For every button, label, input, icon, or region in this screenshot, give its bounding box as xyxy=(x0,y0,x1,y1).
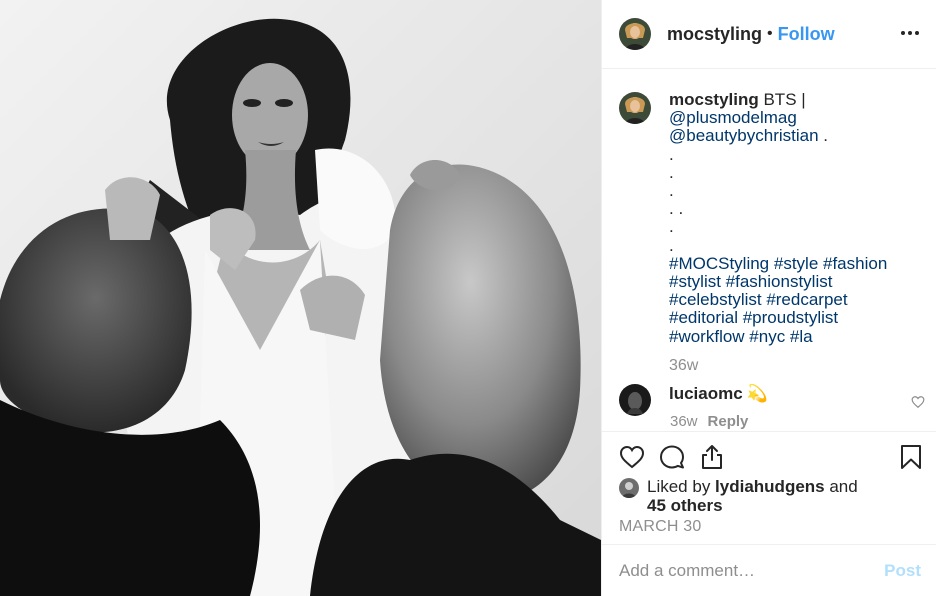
commenter-avatar[interactable] xyxy=(619,384,651,416)
post-actions: Liked by lydiahudgens and 45 others MARC… xyxy=(602,431,936,544)
caption-dot: . xyxy=(669,144,674,164)
header-separator: • xyxy=(767,25,773,42)
caption-text-2: . xyxy=(818,126,829,146)
speech-bubble-icon[interactable] xyxy=(658,443,686,471)
add-comment-bar: Post xyxy=(602,544,936,596)
post-header: mocstyling • Follow xyxy=(602,0,936,69)
caption-avatar[interactable] xyxy=(619,92,651,124)
mention-link[interactable]: @plusmodelmag xyxy=(669,108,797,127)
instagram-post: mocstyling • Follow mocstyling BTS | @pl… xyxy=(0,0,936,596)
likes-summary: Liked by lydiahudgens and 45 others xyxy=(619,477,858,515)
likes-text: Liked by lydiahudgens and 45 others xyxy=(647,477,858,515)
caption-dot: . xyxy=(669,162,674,182)
comment-emoji: 💫 xyxy=(746,384,768,403)
comment-item: luciaomc 💫 xyxy=(619,384,929,416)
post-comment-button[interactable]: Post xyxy=(884,561,921,581)
post-date[interactable]: MARCH 30 xyxy=(619,518,702,536)
caption: mocstyling BTS | @plusmodelmag @beautyby… xyxy=(619,90,929,375)
author-username[interactable]: mocstyling xyxy=(667,24,762,45)
heart-outline-icon[interactable] xyxy=(618,443,646,471)
liker-avatar[interactable] xyxy=(619,478,639,498)
hashtag-line[interactable]: #MOCStyling #style #fashion xyxy=(669,254,887,273)
caption-text: mocstyling BTS | @plusmodelmag @beautyby… xyxy=(669,90,929,375)
caption-dot: . . xyxy=(669,199,684,219)
comment-meta: 36w Reply xyxy=(670,413,748,430)
caption-dot: . xyxy=(669,235,674,255)
bookmark-icon[interactable] xyxy=(897,443,925,471)
caption-username[interactable]: mocstyling xyxy=(669,90,759,109)
comment-timestamp: 36w xyxy=(670,413,698,430)
comment-input[interactable] xyxy=(619,560,859,581)
likes-prefix: Liked by xyxy=(647,477,716,496)
caption-dot: . xyxy=(669,217,674,237)
commenter-username[interactable]: luciaomc xyxy=(669,384,743,416)
caption-text-1: BTS | xyxy=(758,90,806,109)
author-avatar[interactable] xyxy=(619,18,651,50)
caption-timestamp: 36w xyxy=(669,356,699,374)
reply-button[interactable]: Reply xyxy=(708,413,749,430)
likes-and: and xyxy=(824,477,858,496)
heart-outline-icon[interactable] xyxy=(911,394,925,409)
caption-dot: . xyxy=(669,181,674,201)
likes-others-link[interactable]: 45 others xyxy=(647,496,723,515)
follow-button[interactable]: Follow xyxy=(778,24,835,45)
hashtag-line[interactable]: #celebstylist #redcarpet xyxy=(669,290,848,309)
hashtag-line[interactable]: #workflow #nyc #la xyxy=(669,327,813,346)
comments-section[interactable]: mocstyling BTS | @plusmodelmag @beautyby… xyxy=(602,70,936,431)
hashtag-line[interactable]: #editorial #proudstylist xyxy=(669,308,838,327)
mention-link[interactable]: @beautybychristian xyxy=(669,126,819,145)
post-photo[interactable] xyxy=(0,0,601,596)
post-image xyxy=(0,0,601,596)
liker-username[interactable]: lydiahudgens xyxy=(715,477,825,496)
share-upload-icon[interactable] xyxy=(698,443,726,471)
hashtag-line[interactable]: #stylist #fashionstylist xyxy=(669,272,832,291)
post-sidebar: mocstyling • Follow mocstyling BTS | @pl… xyxy=(601,0,936,596)
more-options-icon[interactable] xyxy=(899,22,921,44)
